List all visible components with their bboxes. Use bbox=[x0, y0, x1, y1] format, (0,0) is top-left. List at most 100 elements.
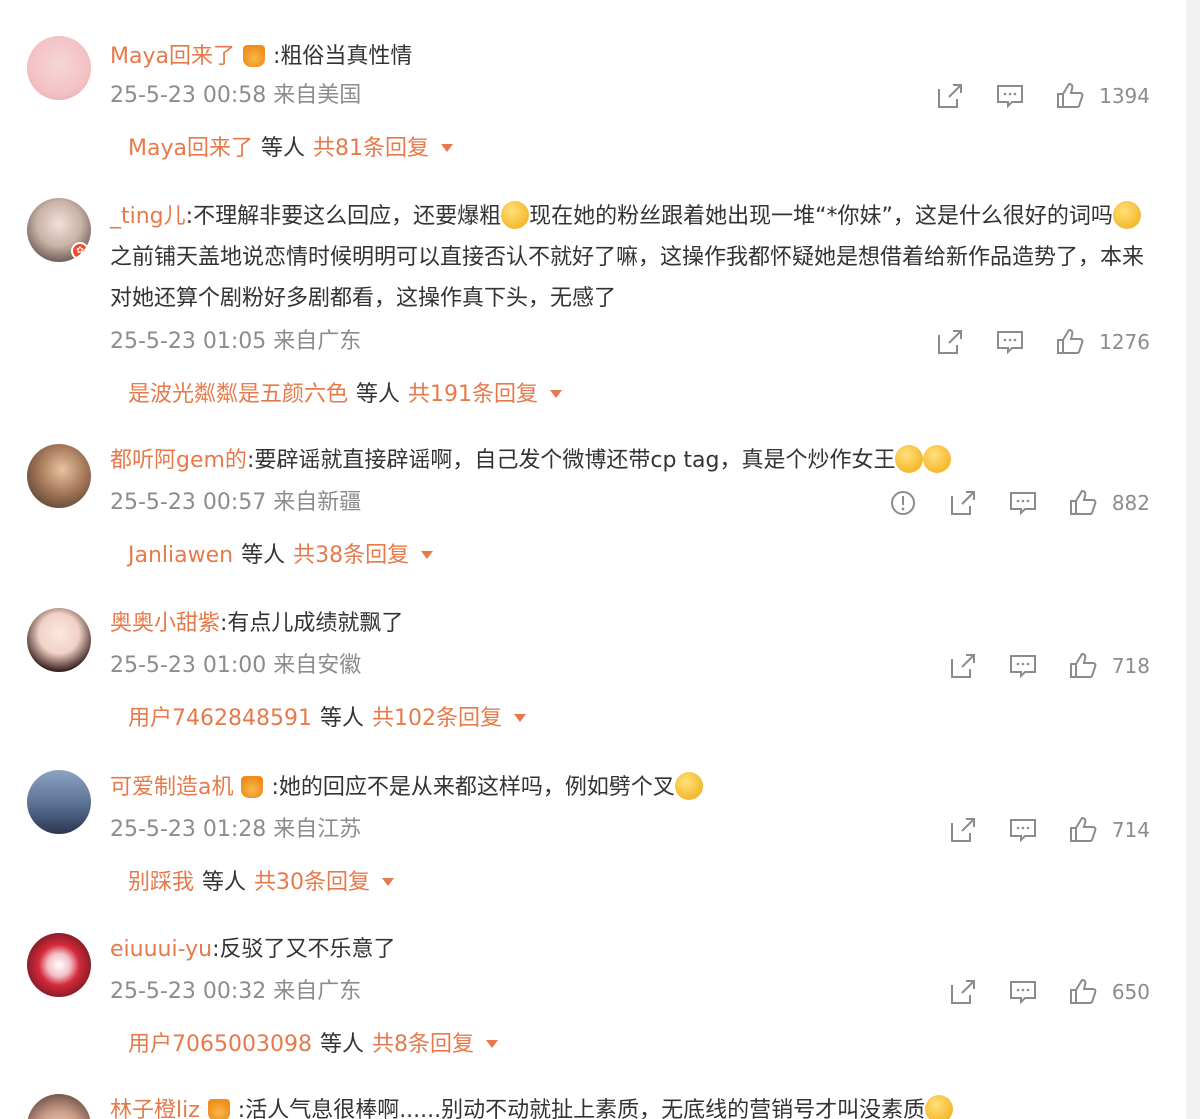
comment-meta: 25-5-23 01:28 来自江苏 bbox=[110, 815, 361, 845]
comment-meta: 25-5-23 00:32 来自广东 bbox=[110, 977, 361, 1007]
comment-actions: 882 bbox=[858, 488, 1150, 518]
comment-username[interactable]: 都听阿gem的 bbox=[110, 448, 247, 473]
avatar[interactable] bbox=[27, 933, 91, 997]
reply-summary[interactable]: Janliawen 等人 共38条回复 bbox=[128, 541, 434, 571]
thumbs-up-icon[interactable] bbox=[1068, 977, 1098, 1007]
comment-content: :她的回应不是从来都这样吗，例如劈个叉 bbox=[271, 775, 675, 800]
reply-summary[interactable]: 用户7462848591 等人 共102条回复 bbox=[128, 704, 526, 734]
reply-others: 等人 bbox=[319, 706, 364, 731]
caret-down-icon[interactable] bbox=[514, 714, 526, 722]
comment-username[interactable]: _ting儿 bbox=[110, 204, 186, 229]
avatar[interactable] bbox=[27, 1094, 91, 1119]
reply-count[interactable]: 共30条回复 bbox=[254, 870, 370, 895]
comment-item: 都听阿gem的:要辟谣就直接辟谣啊，自己发个微博还带cp tag，真是个炒作女王… bbox=[0, 440, 1190, 580]
reply-summary[interactable]: 别踩我 等人 共30条回复 bbox=[128, 868, 395, 898]
thumbs-up-icon[interactable] bbox=[1068, 651, 1098, 681]
reply-count[interactable]: 共102条回复 bbox=[372, 706, 502, 731]
like-count: 718 bbox=[1111, 654, 1150, 678]
thumbs-up-icon[interactable] bbox=[1055, 81, 1085, 111]
comment-actions: 1394 bbox=[905, 81, 1150, 111]
comment-location: 来自安徽 bbox=[273, 653, 362, 678]
comment-content: 现在她的粉丝跟着她出现一堆“*你妹”，这是什么很好的词吗 bbox=[529, 204, 1113, 229]
comment-item: ✿ _ting儿:不理解非要这么回应，还要爆粗 现在她的粉丝跟着她出现一堆“*你妹… bbox=[0, 196, 1190, 416]
verified-badge-icon: ✿ bbox=[71, 242, 89, 260]
comment-icon[interactable] bbox=[1008, 651, 1038, 681]
comment-username[interactable]: Maya回来了 bbox=[110, 44, 235, 69]
reply-summary[interactable]: Maya回来了 等人 共81条回复 bbox=[128, 134, 453, 164]
comment-location: 来自广东 bbox=[273, 329, 362, 354]
comment-username[interactable]: 可爱制造a机 bbox=[110, 775, 233, 800]
avatar[interactable] bbox=[27, 770, 91, 834]
caret-down-icon[interactable] bbox=[421, 551, 434, 559]
comment-text: 都听阿gem的:要辟谣就直接辟谣啊，自己发个微博还带cp tag，真是个炒作女王 bbox=[110, 440, 1155, 481]
like-count: 1394 bbox=[1099, 84, 1150, 108]
crying-laughing-emoji-icon bbox=[895, 445, 924, 473]
share-icon[interactable] bbox=[948, 651, 978, 681]
comment-date: 25-5-23 00:32 bbox=[110, 979, 267, 1004]
thumbs-up-icon[interactable] bbox=[1068, 488, 1098, 518]
comment-icon[interactable] bbox=[995, 327, 1025, 357]
comment-actions: 718 bbox=[918, 651, 1150, 681]
report-icon[interactable] bbox=[888, 488, 918, 518]
comment-content: :要辟谣就直接辟谣啊，自己发个微博还带cp tag，真是个炒作女王 bbox=[246, 448, 896, 473]
comment-username[interactable]: 林子橙liz bbox=[110, 1098, 200, 1119]
share-icon[interactable] bbox=[948, 488, 978, 518]
reply-username[interactable]: 是波光粼粼是五颜六色 bbox=[128, 382, 348, 407]
comment-date: 25-5-23 01:28 bbox=[110, 817, 267, 842]
caret-down-icon[interactable] bbox=[550, 390, 563, 398]
share-icon[interactable] bbox=[935, 81, 965, 111]
comment-date: 25-5-23 01:00 bbox=[110, 653, 267, 678]
sweat-emoji-icon bbox=[1112, 201, 1141, 229]
comment-actions: 1276 bbox=[905, 327, 1150, 357]
crying-laughing-emoji-icon bbox=[923, 445, 952, 473]
reply-others: 等人 bbox=[241, 543, 286, 568]
reply-others: 等人 bbox=[202, 870, 247, 895]
comment-icon[interactable] bbox=[1008, 815, 1038, 845]
comment-text: 可爱制造a机 :她的回应不是从来都这样吗，例如劈个叉 bbox=[110, 767, 1155, 808]
comment-meta: 25-5-23 00:57 来自新疆 bbox=[110, 488, 361, 518]
caret-down-icon[interactable] bbox=[486, 1040, 498, 1048]
reply-username[interactable]: 用户7462848591 bbox=[128, 706, 312, 731]
reply-count[interactable]: 共81条回复 bbox=[313, 136, 429, 161]
page-edge bbox=[1186, 0, 1200, 1119]
reply-username[interactable]: 别踩我 bbox=[128, 870, 194, 895]
comment-icon[interactable] bbox=[1008, 488, 1038, 518]
reply-count[interactable]: 共38条回复 bbox=[293, 543, 409, 568]
vip-crown-icon bbox=[242, 45, 265, 67]
comment-text: _ting儿:不理解非要这么回应，还要爆粗 现在她的粉丝跟着她出现一堆“*你妹”，… bbox=[110, 196, 1155, 319]
reply-summary[interactable]: 是波光粼粼是五颜六色 等人 共191条回复 bbox=[128, 380, 563, 410]
avatar[interactable] bbox=[27, 608, 91, 672]
comment-icon[interactable] bbox=[1008, 977, 1038, 1007]
reply-username[interactable]: Maya回来了 bbox=[128, 136, 253, 161]
comment-meta: 25-5-23 01:05 来自广东 bbox=[110, 327, 361, 357]
reply-username[interactable]: Janliawen bbox=[128, 543, 233, 568]
comment-content: :不理解非要这么回应，还要爆粗 bbox=[185, 204, 502, 229]
comment-icon[interactable] bbox=[995, 81, 1025, 111]
comment-username[interactable]: 奥奥小甜紫 bbox=[110, 611, 220, 636]
avatar[interactable] bbox=[27, 444, 91, 508]
crying-emoji-icon bbox=[925, 1095, 954, 1119]
comment-username[interactable]: eiuuui-yu bbox=[110, 937, 212, 962]
comment-text: 奥奥小甜紫:有点儿成绩就飘了 bbox=[110, 603, 1155, 644]
comment-item: 林子橙liz:活人气息很棒啊......别动不动就扯上素质，无底线的营销号才叫没… bbox=[0, 1090, 1190, 1119]
avatar[interactable]: ✿ bbox=[27, 198, 91, 262]
comment-location: 来自新疆 bbox=[273, 490, 362, 515]
reply-count[interactable]: 共8条回复 bbox=[372, 1032, 474, 1057]
vip-crown-icon bbox=[207, 1099, 230, 1119]
comment-text: 林子橙liz:活人气息很棒啊......别动不动就扯上素质，无底线的营销号才叫没… bbox=[110, 1090, 1155, 1119]
thumbs-up-icon[interactable] bbox=[1068, 815, 1098, 845]
reply-count[interactable]: 共191条回复 bbox=[408, 382, 538, 407]
avatar[interactable] bbox=[27, 36, 91, 100]
vip-crown-icon bbox=[241, 776, 264, 798]
comment-meta: 25-5-23 00:58 来自美国 bbox=[110, 81, 361, 111]
comment-actions: 650 bbox=[918, 977, 1150, 1007]
reply-summary[interactable]: 用户7065003098 等人 共8条回复 bbox=[128, 1030, 498, 1060]
share-icon[interactable] bbox=[948, 815, 978, 845]
caret-down-icon[interactable] bbox=[440, 144, 453, 152]
caret-down-icon[interactable] bbox=[382, 878, 395, 886]
share-icon[interactable] bbox=[948, 977, 978, 1007]
comment-date: 25-5-23 00:58 bbox=[110, 83, 267, 108]
share-icon[interactable] bbox=[935, 327, 965, 357]
reply-username[interactable]: 用户7065003098 bbox=[128, 1032, 312, 1057]
thumbs-up-icon[interactable] bbox=[1055, 327, 1085, 357]
